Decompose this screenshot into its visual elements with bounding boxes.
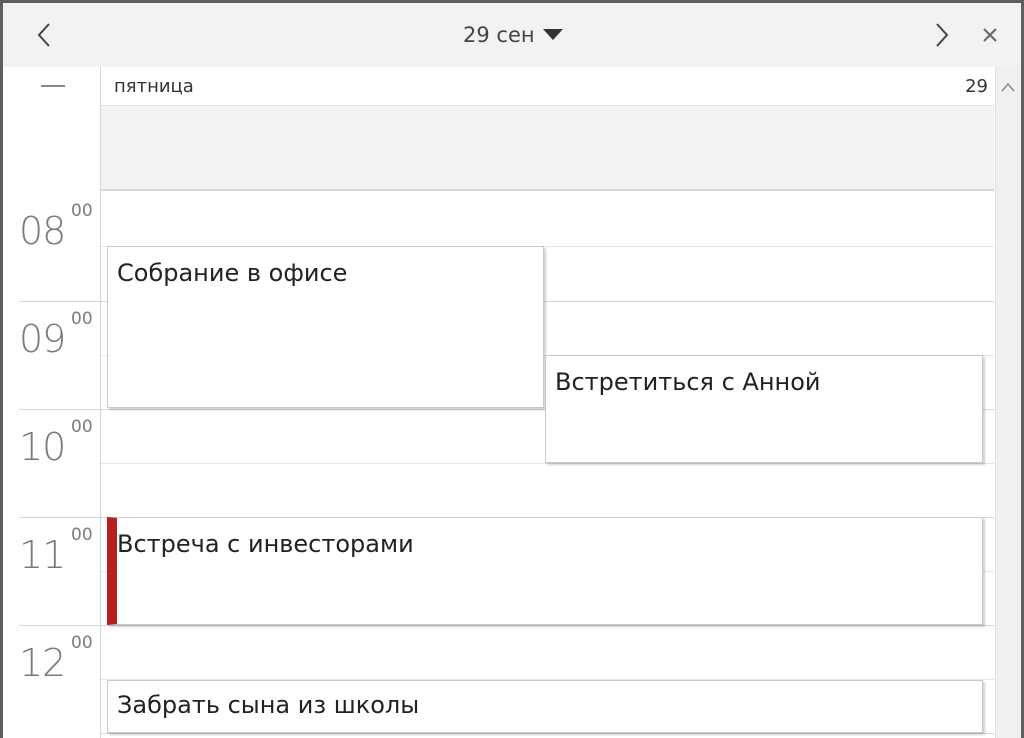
minute-superscript: 00 (71, 525, 93, 545)
hour-number: 09 (19, 317, 66, 361)
close-icon (983, 28, 997, 42)
current-date-label: 29 сен (463, 23, 535, 47)
minute-superscript: 00 (71, 633, 93, 653)
gutter-divider (19, 517, 100, 518)
event-card[interactable]: Встретиться с Анной (545, 355, 983, 463)
hour-number: 12 (19, 641, 66, 685)
event-title: Встретиться с Анной (555, 368, 821, 396)
day-column[interactable]: пятница 29 Собрание в офисе Встретиться … (100, 67, 995, 738)
half-hour-line (101, 463, 994, 464)
date-picker-dropdown[interactable]: 29 сен (463, 19, 563, 51)
close-button[interactable] (973, 17, 1007, 53)
all-day-area[interactable] (101, 106, 994, 191)
day-header[interactable]: пятница 29 (101, 67, 994, 106)
hour-number: 08 (19, 209, 66, 253)
hour-number: 10 (19, 425, 66, 469)
time-gutter: 08 00 09 00 10 00 11 00 12 00 (3, 67, 100, 738)
minute-superscript: 00 (71, 309, 93, 329)
previous-day-button[interactable] (27, 17, 61, 53)
minute-superscript: 00 (71, 201, 93, 221)
chevron-left-icon (37, 23, 50, 47)
hour-label: 10 00 (19, 417, 99, 469)
hour-label: 09 00 (19, 309, 99, 361)
event-title: Встреча с инвесторами (117, 530, 414, 558)
next-day-button[interactable] (925, 17, 959, 53)
event-title: Собрание в офисе (117, 259, 348, 287)
hour-label: 08 00 (19, 201, 99, 253)
caret-down-icon (542, 29, 563, 40)
minute-superscript: 00 (71, 417, 93, 437)
calendar-window: 29 сен 08 00 09 00 10 00 11 00 12 00 пят… (0, 0, 1024, 738)
hour-label: 12 00 (19, 633, 99, 685)
scroll-up-button[interactable] (996, 75, 1020, 99)
hour-number: 11 (19, 533, 66, 577)
hour-line (101, 733, 994, 734)
event-card[interactable]: Забрать сына из школы (107, 680, 983, 733)
vertical-scrollbar[interactable] (995, 67, 1021, 738)
day-number: 29 (965, 76, 988, 97)
gutter-divider (19, 625, 100, 626)
hour-line (101, 625, 994, 626)
event-card[interactable]: Встреча с инвесторами (107, 517, 983, 625)
gutter-divider (19, 301, 100, 302)
event-title: Забрать сына из школы (117, 691, 420, 719)
titlebar: 29 сен (3, 3, 1021, 67)
chevron-right-icon (936, 23, 949, 47)
collapse-allday-button[interactable] (41, 85, 65, 87)
event-card[interactable]: Собрание в офисе (107, 246, 544, 408)
gutter-divider (19, 409, 100, 410)
hour-label: 11 00 (19, 525, 99, 577)
chevron-up-icon (1001, 82, 1015, 92)
weekday-name: пятница (114, 76, 194, 97)
